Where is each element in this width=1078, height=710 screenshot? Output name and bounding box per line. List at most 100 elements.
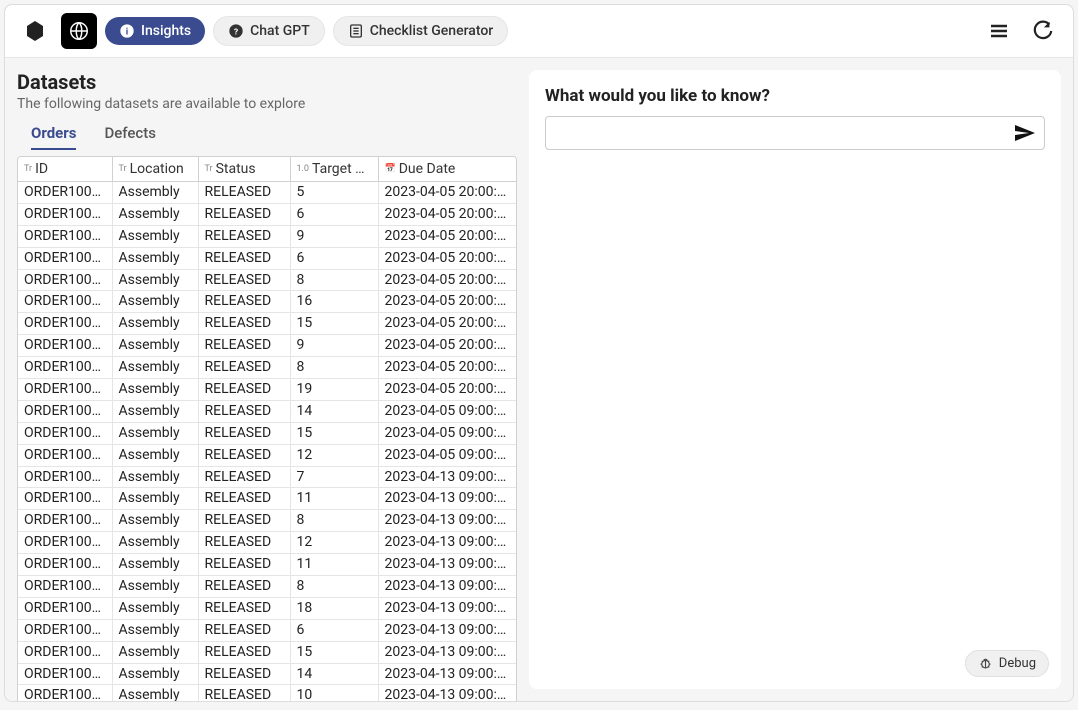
cell-qty: 18 [290,597,378,619]
table-row[interactable]: ORDER100…AssemblyRELEASED152023-04-13 09… [18,641,516,663]
cell-id: ORDER100… [18,641,112,663]
dataset-tabs: Orders Defects [17,124,517,150]
debug-label: Debug [999,656,1036,671]
chatgpt-chip[interactable]: ? Chat GPT [213,16,325,46]
cell-qty: 14 [290,400,378,422]
app-logo-icon[interactable] [17,13,53,49]
table-row[interactable]: ORDER100…AssemblyRELEASED52023-04-05 20:… [18,182,516,204]
table-row[interactable]: ORDER100…AssemblyRELEASED152023-04-05 20… [18,313,516,335]
table-row[interactable]: ORDER100…AssemblyRELEASED162023-04-05 20… [18,291,516,313]
cell-id: ORDER100… [18,510,112,532]
cell-location: Assembly [112,335,198,357]
cell-qty: 12 [290,444,378,466]
datasets-panel: Datasets The following datasets are avai… [17,70,517,689]
insights-chip[interactable]: i Insights [105,17,205,45]
send-button[interactable] [1012,121,1036,145]
cell-qty: 19 [290,379,378,401]
cell-due: 2023-04-13 09:00:… [378,510,516,532]
checklist-chip[interactable]: Checklist Generator [333,16,508,46]
cell-qty: 15 [290,641,378,663]
cell-due: 2023-04-05 20:00:… [378,379,516,401]
table-row[interactable]: ORDER100…AssemblyRELEASED122023-04-05 09… [18,444,516,466]
cell-status: RELEASED [198,663,290,685]
table-row[interactable]: ORDER100…AssemblyRELEASED62023-04-05 20:… [18,247,516,269]
cell-qty: 6 [290,203,378,225]
table-row[interactable]: ORDER100…AssemblyRELEASED62023-04-13 09:… [18,619,516,641]
table-row[interactable]: ORDER100…AssemblyRELEASED192023-04-05 20… [18,379,516,401]
cell-due: 2023-04-05 09:00:… [378,400,516,422]
text-type-icon: Tr [205,164,213,174]
refresh-button[interactable] [1025,13,1061,49]
table-row[interactable]: ORDER100…AssemblyRELEASED82023-04-13 09:… [18,510,516,532]
cell-qty: 7 [290,466,378,488]
svg-text:?: ? [234,27,238,37]
cell-location: Assembly [112,466,198,488]
table-row[interactable]: ORDER100…AssemblyRELEASED122023-04-13 09… [18,532,516,554]
debug-chip[interactable]: Debug [965,650,1049,677]
cell-id: ORDER100… [18,313,112,335]
cell-due: 2023-04-05 20:00:… [378,335,516,357]
cell-due: 2023-04-13 09:00:… [378,532,516,554]
cell-due: 2023-04-13 09:00:… [378,641,516,663]
number-type-icon: 1.0 [297,164,310,174]
table-row[interactable]: ORDER100…AssemblyRELEASED72023-04-13 09:… [18,466,516,488]
table-row[interactable]: ORDER100…AssemblyRELEASED102023-04-13 09… [18,685,516,701]
cell-location: Assembly [112,641,198,663]
table-row[interactable]: ORDER100…AssemblyRELEASED82023-04-05 20:… [18,357,516,379]
cell-location: Assembly [112,444,198,466]
cell-due: 2023-04-05 20:00:… [378,247,516,269]
table-row[interactable]: ORDER100…AssemblyRELEASED142023-04-13 09… [18,663,516,685]
menu-icon [987,19,1011,43]
tab-defects[interactable]: Defects [104,124,156,150]
cell-qty: 6 [290,247,378,269]
cell-location: Assembly [112,313,198,335]
cell-status: RELEASED [198,203,290,225]
cell-location: Assembly [112,597,198,619]
cell-due: 2023-04-05 20:00:… [378,225,516,247]
cell-location: Assembly [112,269,198,291]
cell-status: RELEASED [198,182,290,204]
cell-status: RELEASED [198,269,290,291]
cell-location: Assembly [112,685,198,701]
col-header-target-qty[interactable]: 1.0Target Q… [290,157,378,182]
cell-id: ORDER100… [18,182,112,204]
table-row[interactable]: ORDER100…AssemblyRELEASED182023-04-13 09… [18,597,516,619]
cell-due: 2023-04-13 09:00:… [378,466,516,488]
text-type-icon: Tr [119,164,127,174]
table-row[interactable]: ORDER100…AssemblyRELEASED82023-04-13 09:… [18,576,516,598]
table-row[interactable]: ORDER10011AssemblyRELEASED142023-04-05 0… [18,400,516,422]
cell-status: RELEASED [198,379,290,401]
table-row[interactable]: ORDER100…AssemblyRELEASED62023-04-05 20:… [18,203,516,225]
bug-icon [978,656,993,671]
cell-qty: 11 [290,488,378,510]
cell-qty: 15 [290,313,378,335]
cell-due: 2023-04-05 20:00:… [378,203,516,225]
prompt-input[interactable] [554,121,1012,145]
openai-logo-icon[interactable] [61,13,97,49]
cell-qty: 16 [290,291,378,313]
table-row[interactable]: ORDER100…AssemblyRELEASED82023-04-05 20:… [18,269,516,291]
table-row[interactable]: ORDER100…AssemblyRELEASED152023-04-05 09… [18,422,516,444]
menu-button[interactable] [981,13,1017,49]
cell-qty: 10 [290,685,378,701]
cell-status: RELEASED [198,422,290,444]
col-header-status[interactable]: TrStatus [198,157,290,182]
cell-id: ORDER100… [18,291,112,313]
col-header-due-date[interactable]: 📅Due Date [378,157,516,182]
cell-qty: 8 [290,357,378,379]
tab-orders[interactable]: Orders [31,124,76,150]
table-row[interactable]: ORDER100…AssemblyRELEASED112023-04-13 09… [18,554,516,576]
col-header-id[interactable]: TrID [18,157,112,182]
cell-status: RELEASED [198,619,290,641]
cell-due: 2023-04-13 09:00:… [378,685,516,701]
cell-location: Assembly [112,576,198,598]
cell-due: 2023-04-05 20:00:… [378,182,516,204]
datasets-subtitle: The following datasets are available to … [17,96,517,112]
table-row[interactable]: ORDER100…AssemblyRELEASED92023-04-05 20:… [18,335,516,357]
cell-id: ORDER100… [18,619,112,641]
table-row[interactable]: ORDER100…AssemblyRELEASED112023-04-13 09… [18,488,516,510]
table-row[interactable]: ORDER100…AssemblyRELEASED92023-04-05 20:… [18,225,516,247]
cell-id: ORDER100… [18,269,112,291]
cell-status: RELEASED [198,225,290,247]
col-header-location[interactable]: TrLocation [112,157,198,182]
